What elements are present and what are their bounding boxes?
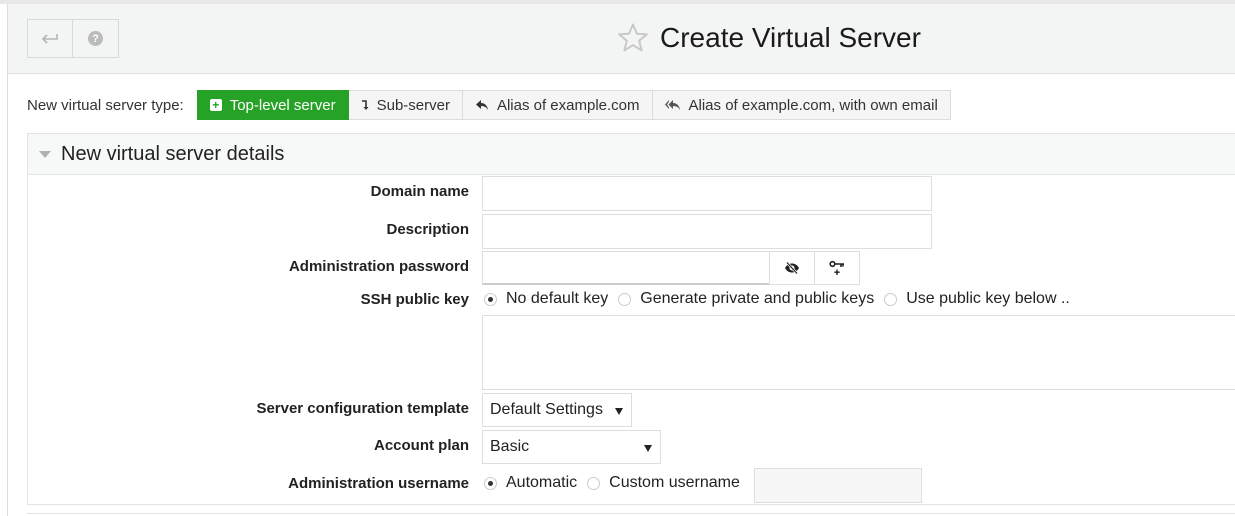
reply-icon: [475, 99, 489, 111]
sub-server-label: Sub-server: [376, 96, 450, 114]
star-outline-icon[interactable]: [616, 21, 650, 55]
key-plus-icon: [829, 260, 844, 275]
generate-password-button[interactable]: [814, 251, 860, 285]
account-plan-value: Basic: [490, 438, 530, 455]
collapse-triangle-icon[interactable]: [39, 150, 51, 158]
ssh-public-key-textarea[interactable]: [482, 315, 1235, 390]
username-automatic-label: Automatic: [506, 474, 578, 491]
ssh-key-options: No default key Generate private and publ…: [484, 290, 1080, 308]
title-area: Create Virtual Server: [616, 21, 921, 55]
alias-label: Alias of example.com: [496, 96, 640, 114]
page-title: Create Virtual Server: [660, 22, 921, 53]
description-input[interactable]: [482, 214, 932, 249]
account-plan-select[interactable]: Basic: [482, 430, 661, 464]
account-plan-label: Account plan: [373, 437, 469, 454]
reply-all-icon: [664, 99, 681, 111]
question-circle-icon: ?: [88, 31, 103, 46]
admin-username-options: Automatic Custom username: [484, 474, 750, 492]
ssh-key-label: SSH public key: [360, 291, 469, 308]
config-template-select[interactable]: Default Settings: [482, 393, 632, 427]
details-panel-header[interactable]: New virtual server details: [28, 134, 1235, 175]
config-template-label: Server configuration template: [256, 400, 469, 417]
ssh-generate-keys-radio[interactable]: [618, 292, 632, 306]
ssh-generate-keys-label: Generate private and public keys: [640, 290, 875, 307]
ssh-no-default-key-radio[interactable]: [484, 292, 497, 306]
toggle-password-button[interactable]: [769, 251, 815, 285]
username-automatic-radio[interactable]: [484, 476, 497, 490]
server-type-bar: New virtual server type: + Top-level ser…: [27, 90, 951, 120]
ssh-no-default-key-label: No default key: [506, 290, 609, 307]
dropdown-arrow-icon: [644, 445, 652, 452]
ssh-use-key-below-option[interactable]: Use public key below ..: [884, 290, 1070, 308]
plus-square-icon: +: [209, 99, 222, 111]
header-buttons: ?: [27, 19, 119, 58]
help-button[interactable]: ?: [73, 19, 119, 58]
description-label: Description: [386, 221, 469, 238]
admin-password-label: Administration password: [288, 258, 469, 275]
custom-username-input[interactable]: [754, 468, 922, 503]
next-section-border: [27, 513, 1235, 514]
admin-username-label: Administration username: [288, 475, 469, 492]
page-header: ? Create Virtual Server: [8, 4, 1235, 74]
back-button[interactable]: [27, 19, 73, 58]
arrow-down-turn-icon: [361, 99, 369, 111]
dropdown-arrow-icon: [615, 408, 623, 415]
return-arrow-icon: [41, 33, 58, 44]
section-title: New virtual server details: [61, 142, 285, 165]
left-border: [7, 4, 8, 516]
username-custom-radio[interactable]: [587, 476, 601, 490]
admin-password-input[interactable]: [482, 251, 770, 285]
top-level-server-label: Top-level server: [229, 96, 336, 114]
alias-own-email-label: Alias of example.com, with own email: [688, 96, 938, 114]
ssh-no-default-key-option[interactable]: No default key: [484, 290, 608, 308]
ssh-use-key-below-label: Use public key below ..: [906, 290, 1070, 307]
domain-name-label: Domain name: [370, 183, 469, 200]
username-custom-label: Custom username: [609, 474, 740, 491]
sub-server-button[interactable]: Sub-server: [348, 90, 463, 120]
top-level-server-button[interactable]: + Top-level server: [196, 90, 349, 120]
domain-name-input[interactable]: [482, 176, 932, 211]
ssh-generate-keys-option[interactable]: Generate private and public keys: [618, 290, 874, 308]
server-type-label: New virtual server type:: [27, 96, 184, 114]
alias-own-email-button[interactable]: Alias of example.com, with own email: [652, 90, 951, 120]
config-template-value: Default Settings: [490, 401, 603, 418]
ssh-use-key-below-radio[interactable]: [884, 292, 898, 306]
alias-button[interactable]: Alias of example.com: [462, 90, 653, 120]
username-custom-option[interactable]: Custom username: [587, 474, 740, 492]
username-automatic-option[interactable]: Automatic: [484, 474, 577, 492]
eye-slash-icon: [785, 262, 799, 274]
